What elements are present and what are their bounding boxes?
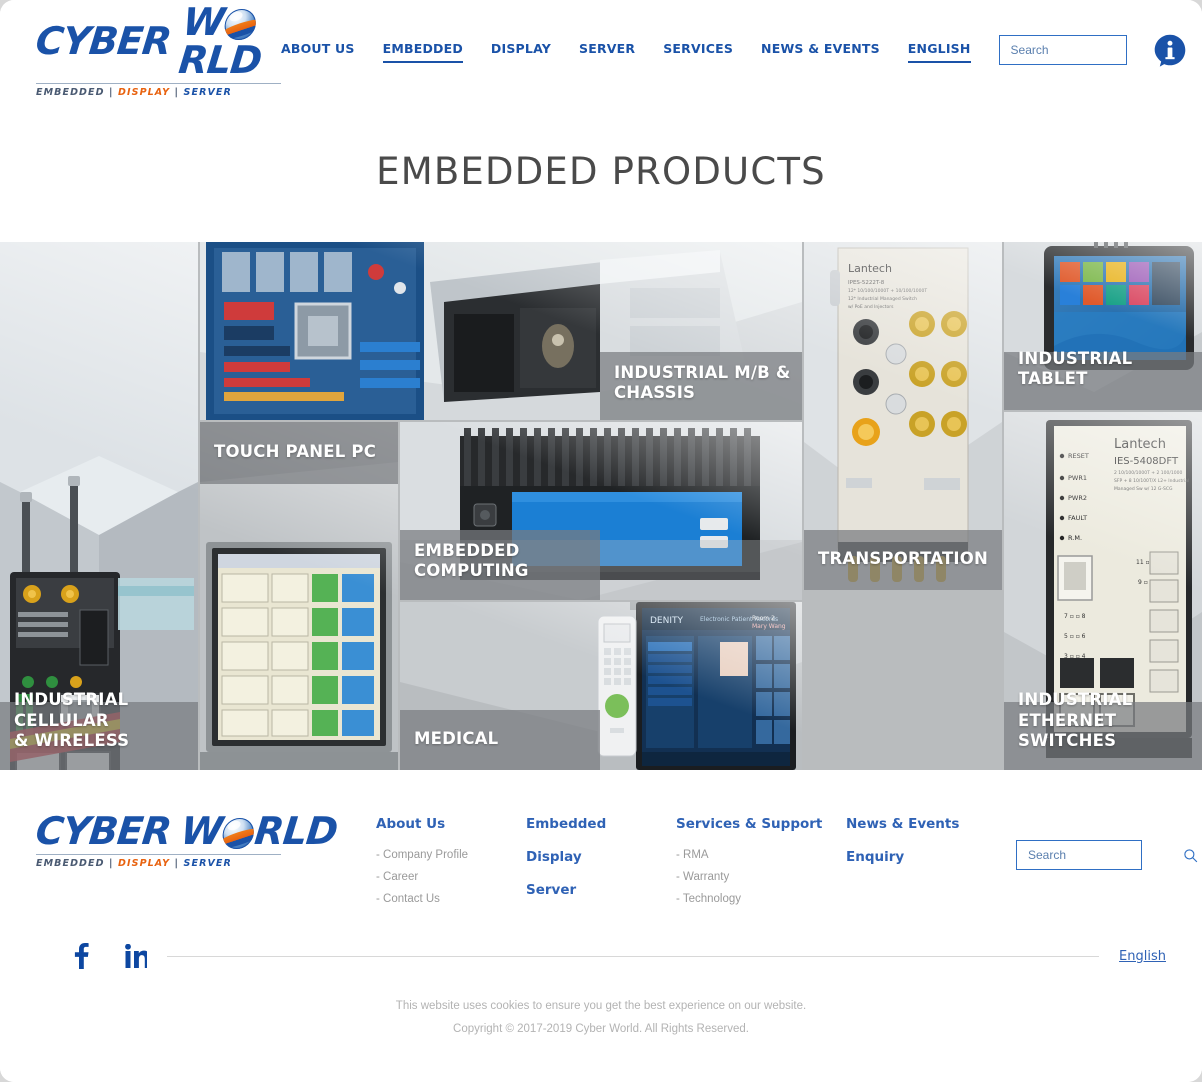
footer-column-services-support: Services & Support - RMA - Warranty - Te… [676,816,846,915]
tile-industrial-ethernet-switches[interactable]: Lantech IES-5408DFT 2 10/100/1000T + 2 1… [1004,412,1202,770]
nav-item-news-events[interactable]: NEWS & EVENTS [761,37,880,63]
tile-embedded-computing[interactable]: EMBEDDED COMPUTING [400,422,802,600]
tile-label-medical: MEDICAL [414,729,499,749]
main-navigation: ABOUT US EMBEDDED DISPLAY SERVER SERVICE… [281,33,1187,67]
footer-bottom-bar: English [36,943,1166,969]
footer-logo-w-letter: W [178,809,224,853]
footer-link-career[interactable]: - Career [376,871,526,883]
header-logo[interactable]: CYBER WRLD EMBEDDED | DISPLAY | SERVER [33,0,281,98]
info-icon[interactable] [1153,33,1187,67]
footer-top: CYBER W RLD EMBEDDED | DISPLAY | SERVER A… [33,809,1198,915]
footer-column-news-events: News & Events Enquiry [846,816,1016,915]
footer-column-about-us: About Us - Company Profile - Career - Co… [376,816,526,915]
footer-link-contact-us[interactable]: - Contact Us [376,893,526,905]
footer-link-warranty[interactable]: - Warranty [676,871,846,883]
nav-item-english[interactable]: ENGLISH [907,37,971,63]
product-grid: INDUSTRIAL CELLULAR & WIRELESS INDUSTRIA… [0,242,1202,770]
nav-item-services[interactable]: SERVICES [663,37,733,63]
tile-label-industrial-tablet: INDUSTRIAL TABLET [1018,348,1133,389]
footer-link-columns: About Us - Company Profile - Career - Co… [376,812,1198,915]
tile-label-transportation: TRANSPORTATION [818,549,988,569]
social-links [36,943,147,969]
tile-label-industrial-cellular-wireless: INDUSTRIAL CELLULAR & WIRELESS [14,690,130,751]
footer-tagline-embedded: EMBEDDED [36,858,105,869]
cookie-notice: This website uses cookies to ensure you … [395,1000,807,1012]
footer-logo-word-world: W RLD [178,809,339,853]
footer-language-link[interactable]: English [1119,949,1166,964]
footer-search-box[interactable] [1016,840,1198,870]
footer-heading-display[interactable]: Display [526,849,676,865]
footer-search-wrapper [1016,816,1198,915]
footer-logo-tagline: EMBEDDED | DISPLAY | SERVER [36,854,281,869]
footer-heading-server[interactable]: Server [526,882,676,898]
tile-transportation[interactable]: Lantech IPES-5222T-8 12* 10/100/1000T + … [804,242,1002,590]
page-title: EMBEDDED PRODUCTS [376,149,826,193]
footer-tagline-display: DISPLAY [118,858,171,869]
footer-heading-embedded[interactable]: Embedded [526,816,676,832]
logo-word-cyber: CYBER [33,18,173,63]
tile-label-industrial-ethernet-switches: INDUSTRIAL ETHERNET SWITCHES [1018,690,1133,751]
footer-divider [167,955,1100,957]
search-icon[interactable] [1183,848,1198,863]
nav-item-embedded[interactable]: EMBEDDED [382,37,463,63]
header-search-box[interactable] [998,35,1180,65]
footer-heading-about-us[interactable]: About Us [376,816,526,832]
footer-column-products: Embedded Display Server [526,816,676,915]
page-title-band: EMBEDDED PRODUCTS [0,100,1202,242]
nav-item-about-us[interactable]: ABOUT US [281,37,355,63]
footer-heading-services-support[interactable]: Services & Support [676,816,846,832]
logo-rld-letters: RLD [176,37,263,82]
page-root: CYBER WRLD EMBEDDED | DISPLAY | SERVER A… [0,0,1202,1082]
site-header: CYBER WRLD EMBEDDED | DISPLAY | SERVER A… [0,0,1202,100]
tile-label-embedded-computing: EMBEDDED COMPUTING [414,540,529,581]
globe-icon [222,8,257,40]
logo-wordmark: CYBER WRLD [33,0,281,82]
logo-word-world: WRLD [176,0,285,82]
footer-logo-rld-letters: RLD [252,809,339,853]
footer-heading-news-events[interactable]: News & Events [846,816,1016,832]
tile-label-touch-panel-pc: TOUCH PANEL PC [214,442,377,461]
copyright-text: Copyright © 2017-2019 Cyber World. All R… [453,1023,749,1035]
footer-logo[interactable]: CYBER W RLD EMBEDDED | DISPLAY | SERVER [33,809,376,869]
tile-touch-panel-pc[interactable]: TOUCH PANEL PC [200,422,398,770]
tile-industrial-mb-chassis[interactable]: INDUSTRIAL M/B & CHASSIS [200,242,802,420]
footer-link-company-profile[interactable]: - Company Profile [376,849,526,861]
nav-item-server[interactable]: SERVER [579,37,635,63]
tile-industrial-cellular-wireless[interactable]: INDUSTRIAL CELLULAR & WIRELESS [0,242,198,770]
footer-logo-word-cyber: CYBER [33,809,173,853]
globe-icon [220,818,255,849]
footer-link-technology[interactable]: - Technology [676,893,846,905]
facebook-icon[interactable] [74,943,89,969]
tile-label-industrial-mb-chassis: INDUSTRIAL M/B & CHASSIS [614,362,791,403]
tile-medical[interactable]: DENITY Electronic Patient Records Room 2… [400,602,802,770]
footer-heading-enquiry[interactable]: Enquiry [846,849,1016,865]
footer-search-input[interactable] [1028,848,1183,862]
search-input[interactable] [1010,43,1166,57]
linkedin-icon[interactable] [125,944,147,968]
footer-tagline-server: SERVER [183,858,232,869]
tile-industrial-tablet[interactable]: INDUSTRIAL TABLET [1004,242,1202,410]
footer-logo-wordmark: CYBER W RLD [33,809,376,853]
tagline-server: SERVER [183,86,232,98]
nav-item-display[interactable]: DISPLAY [491,37,551,63]
footer-link-rma[interactable]: - RMA [676,849,846,861]
site-footer: CYBER W RLD EMBEDDED | DISPLAY | SERVER A… [0,770,1202,1082]
tagline-display: DISPLAY [118,86,171,98]
logo-tagline: EMBEDDED | DISPLAY | SERVER [36,82,281,98]
logo-w-letter: W [180,0,226,44]
tagline-embedded: EMBEDDED [36,86,105,98]
legal-notices: This website uses cookies to ensure you … [36,995,1166,1041]
